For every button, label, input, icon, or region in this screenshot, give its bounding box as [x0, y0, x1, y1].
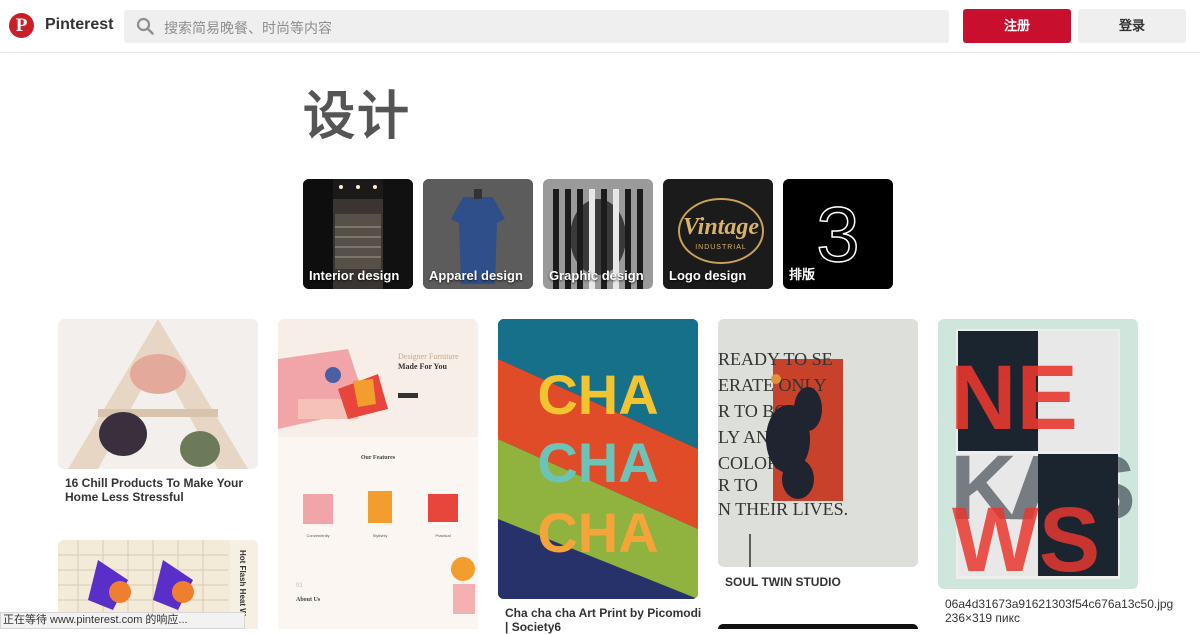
search-input[interactable]: 搜索简易晚餐、时尚等内容	[124, 10, 949, 43]
svg-text:Made For You: Made For You	[398, 362, 447, 371]
typography-art-digit: 3	[816, 190, 859, 278]
pin-cha-cha-cha[interactable]: CHA CHA CHA	[498, 319, 698, 599]
pin-next-preview[interactable]	[718, 624, 918, 629]
category-label: 排版	[789, 267, 816, 282]
pin-caption[interactable]: 06a4d31673a91621303f54c676a13c50.jpg 236…	[945, 597, 1173, 625]
svg-text:CHA: CHA	[537, 501, 658, 564]
category-graphic-design[interactable]: Graphic design	[543, 179, 653, 289]
search-placeholder: 搜索简易晚餐、时尚等内容	[164, 20, 332, 36]
category-logo-design[interactable]: Vintage INDUSTRIAL Logo design	[663, 179, 773, 289]
category-typography[interactable]: 3 排版	[783, 179, 893, 289]
svg-text:Designer Furniture: Designer Furniture	[398, 352, 459, 361]
pin-soul-twin[interactable]: READY TO SE ERATE ONLY R TO BOBY LY AND …	[718, 319, 918, 567]
brand-name[interactable]: Pinterest	[45, 16, 113, 34]
svg-text:CHA: CHA	[537, 431, 658, 494]
svg-text:N THEIR LIVES.: N THEIR LIVES.	[718, 499, 848, 519]
logo-art-word: Vintage	[683, 214, 759, 240]
svg-text:NE: NE	[950, 347, 1078, 449]
pin-image: READY TO SE ERATE ONLY R TO BOBY LY AND …	[718, 319, 918, 567]
pinterest-logo-icon[interactable]: P	[9, 13, 34, 38]
category-label: Interior design	[309, 268, 400, 283]
search-icon	[136, 17, 154, 35]
svg-text:Our Features: Our Features	[361, 455, 396, 461]
category-apparel-design[interactable]: Apparel design	[423, 179, 533, 289]
svg-text:01: 01	[296, 583, 303, 589]
svg-text:Stylishly: Stylishly	[373, 533, 388, 538]
svg-text:About Us: About Us	[296, 597, 321, 603]
svg-text:R TO: R TO	[718, 475, 758, 495]
pin-caption[interactable]: 16 Chill Products To Make Your Home Less…	[65, 476, 265, 504]
pin-image	[58, 319, 258, 469]
page-title: 设计	[303, 88, 412, 146]
category-interior-design[interactable]: Interior design	[303, 179, 413, 289]
svg-text:READY TO SE: READY TO SE	[718, 349, 833, 369]
pin-chill-products[interactable]	[58, 319, 258, 469]
pin-image: NE AS KA WS	[938, 319, 1138, 589]
svg-text:CHA: CHA	[537, 363, 658, 426]
category-label: Apparel design	[429, 268, 523, 283]
svg-text:Conveniently: Conveniently	[306, 533, 329, 538]
pin-designer-furniture[interactable]: Designer Furniture Made For You Our Feat…	[278, 319, 478, 629]
logo-art-sub: INDUSTRIAL	[695, 244, 747, 251]
svg-text:WS: WS	[952, 489, 1100, 589]
browser-status-bar: 正在等待 www.pinterest.com 的响应...	[0, 612, 245, 629]
svg-text:Practical: Practical	[435, 533, 450, 538]
pin-caption[interactable]: Cha cha cha Art Print by Picomodi | Soci…	[505, 606, 705, 634]
pin-image: Designer Furniture Made For You Our Feat…	[278, 319, 478, 629]
category-label: Graphic design	[549, 268, 644, 283]
pin-image: CHA CHA CHA	[498, 319, 698, 599]
signup-button[interactable]: 注册	[963, 9, 1071, 43]
category-label: Logo design	[669, 268, 747, 283]
pin-caption[interactable]: SOUL TWIN STUDIO	[725, 575, 925, 589]
login-button[interactable]: 登录	[1078, 9, 1186, 43]
top-bar: P Pinterest 搜索简易晚餐、时尚等内容 注册 登录	[0, 0, 1200, 53]
pin-poster-06a4d[interactable]: NE AS KA WS	[938, 319, 1138, 589]
